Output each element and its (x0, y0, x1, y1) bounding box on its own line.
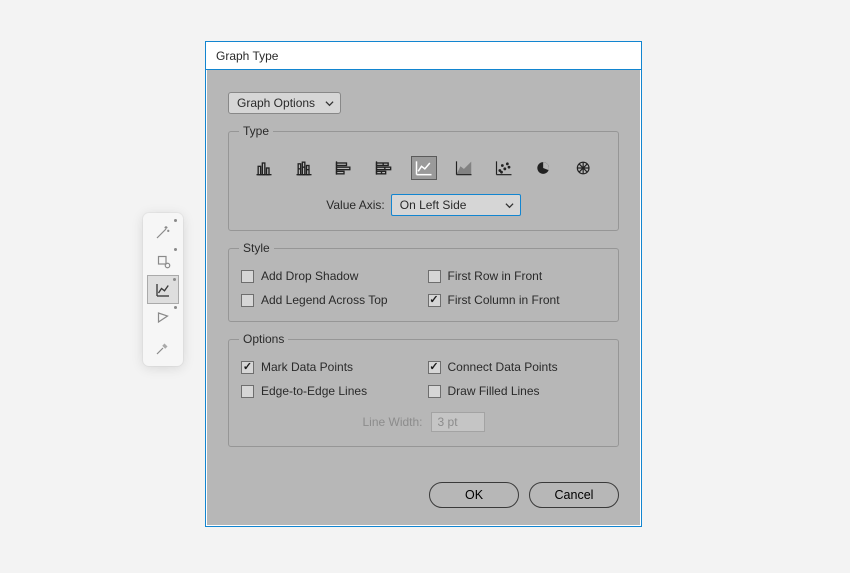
checkbox-connect-data-points[interactable]: Connect Data Points (428, 360, 607, 374)
line-graph-icon[interactable] (411, 156, 437, 180)
line-width-value: 3 pt (438, 415, 458, 429)
dialog-title: Graph Type (216, 49, 278, 63)
graph-type-icons (241, 152, 606, 190)
options-legend: Options (239, 332, 288, 346)
style-legend: Style (239, 241, 274, 255)
checkbox-mark-data-points[interactable]: Mark Data Points (241, 360, 420, 374)
checkbox-label: Add Drop Shadow (261, 269, 358, 283)
button-label: Cancel (555, 488, 594, 502)
checkbox-add-legend-across-top[interactable]: Add Legend Across Top (241, 293, 420, 307)
checkbox-box (428, 294, 441, 307)
pie-graph-icon[interactable] (531, 156, 557, 180)
value-axis-value: On Left Side (400, 198, 467, 212)
type-legend: Type (239, 124, 273, 138)
options-section: Options Mark Data Points Connect Data Po… (228, 332, 619, 447)
tool-eyedropper-icon[interactable] (147, 333, 179, 362)
value-axis-label: Value Axis: (326, 198, 384, 212)
chevron-down-icon (325, 99, 334, 108)
checkbox-label: Mark Data Points (261, 360, 353, 374)
stacked-bar-graph-icon[interactable] (371, 156, 397, 180)
cancel-button[interactable]: Cancel (529, 482, 619, 508)
graph-options-dropdown[interactable]: Graph Options (228, 92, 341, 114)
tool-crop-icon[interactable] (147, 246, 179, 275)
checkbox-label: Edge-to-Edge Lines (261, 384, 367, 398)
dialog-titlebar[interactable]: Graph Type (206, 42, 641, 70)
style-section: Style Add Drop Shadow First Row in Front… (228, 241, 619, 322)
checkbox-label: Add Legend Across Top (261, 293, 388, 307)
checkbox-label: Connect Data Points (448, 360, 558, 374)
chevron-down-icon (505, 201, 514, 210)
bar-graph-icon[interactable] (331, 156, 357, 180)
checkbox-box (241, 361, 254, 374)
value-axis-row: Value Axis: On Left Side (241, 194, 606, 216)
ok-button[interactable]: OK (429, 482, 519, 508)
dropdown-label: Graph Options (237, 96, 315, 110)
checkbox-draw-filled-lines[interactable]: Draw Filled Lines (428, 384, 607, 398)
value-axis-select[interactable]: On Left Side (391, 194, 521, 216)
tool-magic-wand-icon[interactable] (147, 217, 179, 246)
type-section: Type (228, 124, 619, 231)
tool-line-graph-icon[interactable] (147, 275, 179, 304)
button-label: OK (465, 488, 483, 502)
checkbox-label: First Row in Front (448, 269, 543, 283)
radar-graph-icon[interactable] (571, 156, 597, 180)
checkbox-add-drop-shadow[interactable]: Add Drop Shadow (241, 269, 420, 283)
checkbox-box (428, 385, 441, 398)
checkbox-box (428, 361, 441, 374)
dialog-body: Graph Options Type (206, 70, 641, 482)
checkbox-label: Draw Filled Lines (448, 384, 540, 398)
checkbox-box (241, 385, 254, 398)
checkbox-label: First Column in Front (448, 293, 560, 307)
tool-slice-icon[interactable] (147, 304, 179, 333)
graph-type-dialog: Graph Type Graph Options Type (205, 41, 642, 527)
line-width-label: Line Width: (362, 415, 422, 429)
line-width-row: Line Width: 3 pt (241, 412, 606, 432)
tool-palette (143, 213, 183, 366)
checkbox-first-column-front[interactable]: First Column in Front (428, 293, 607, 307)
checkbox-box (428, 270, 441, 283)
checkbox-first-row-front[interactable]: First Row in Front (428, 269, 607, 283)
area-graph-icon[interactable] (451, 156, 477, 180)
checkbox-box (241, 270, 254, 283)
scatter-graph-icon[interactable] (491, 156, 517, 180)
checkbox-box (241, 294, 254, 307)
stacked-column-graph-icon[interactable] (291, 156, 317, 180)
checkbox-edge-to-edge-lines[interactable]: Edge-to-Edge Lines (241, 384, 420, 398)
column-graph-icon[interactable] (251, 156, 277, 180)
line-width-input: 3 pt (431, 412, 485, 432)
dialog-buttons: OK Cancel (206, 482, 641, 526)
